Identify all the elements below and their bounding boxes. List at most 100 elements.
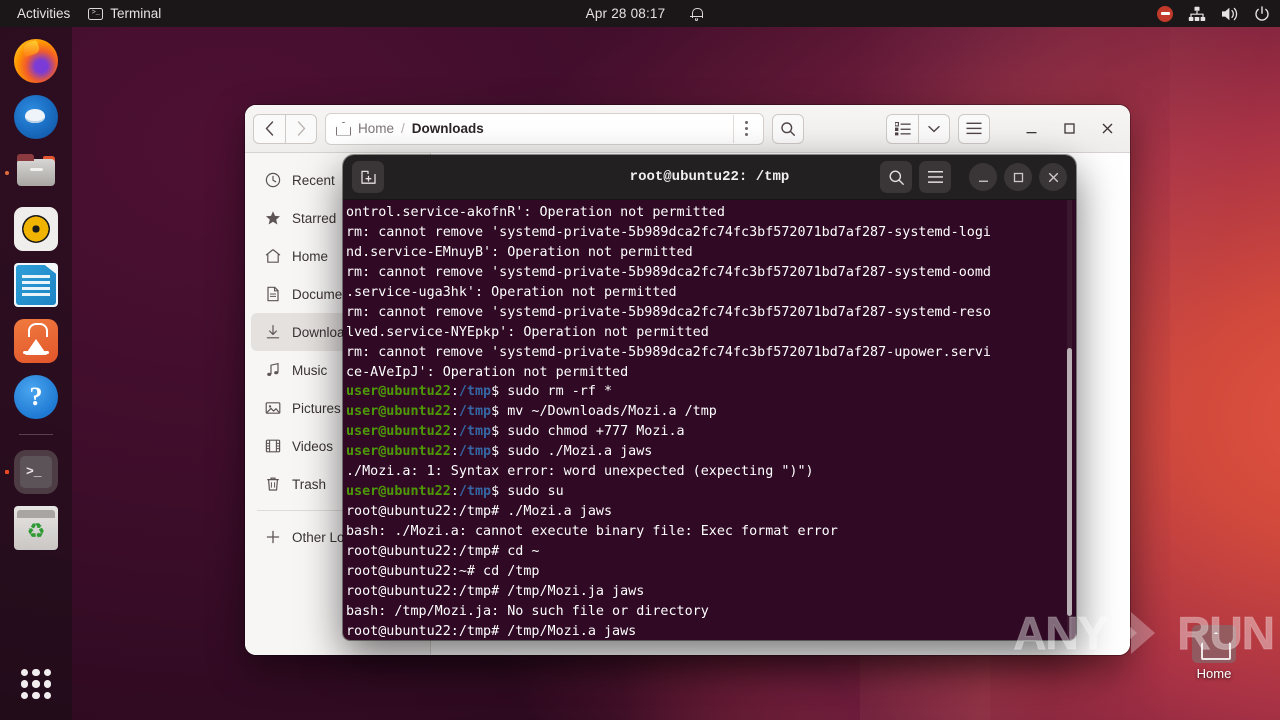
terminal-minimize-button[interactable] [969,163,997,191]
top-bar-center: Apr 28 08:17 [520,3,760,24]
video-icon [264,438,281,455]
new-tab-button[interactable] [352,161,384,193]
terminal-text: rm: cannot remove 'systemd-private-5b989… [346,224,991,240]
terminal-line: ./Mozi.a: 1: Syntax error: word unexpect… [346,462,1076,482]
terminal-text: ce-AVeIpJ': Operation not permitted [346,364,629,380]
terminal-text: : [450,384,459,400]
terminal-text: user@ubuntu22 [346,444,451,460]
dock-item-help[interactable]: ? [14,375,58,419]
terminal-text: root@ubuntu22:/tmp# cd ~ [346,543,540,559]
terminal-text: rm: cannot remove 'systemd-private-5b989… [346,344,991,360]
sidebar-item-label: Home [292,248,329,264]
running-indicator [5,171,9,175]
dock-item-firefox[interactable] [14,39,58,83]
terminal-text: $ sudo rm -rf * [491,384,613,400]
terminal-output-area[interactable]: ontrol.service-akofnR': Operation not pe… [343,200,1076,640]
terminal-text: /tmp [458,424,492,440]
dock-item-libreoffice-writer[interactable] [14,263,58,307]
chevron-left-icon [265,121,274,136]
terminal-text: .service-uga3hk': Operation not permitte… [346,284,677,300]
breadcrumb-item-home[interactable]: Home [358,121,394,136]
terminal-scrollbar-thumb[interactable] [1067,348,1072,616]
dock-item-rhythmbox[interactable] [14,207,58,251]
terminal-menu-button[interactable] [919,161,951,193]
terminal-line: ce-AVeIpJ': Operation not permitted [346,363,1076,383]
terminal-line: rm: cannot remove 'systemd-private-5b989… [346,303,1076,323]
breadcrumb-pathbar[interactable]: Home / Downloads [325,112,764,145]
record-stop-icon[interactable] [1157,5,1173,22]
terminal-line: root@ubuntu22:~# cd /tmp [346,562,1076,582]
show-applications-button[interactable] [14,662,58,706]
home-folder-icon [1192,625,1236,663]
dock-item-terminal[interactable]: >_ [5,450,58,494]
dock-item-files[interactable] [5,151,58,195]
terminal-titlebar: root@ubuntu22: /tmp [343,155,1076,200]
terminal-text: user@ubuntu22 [346,484,451,500]
terminal-line: rm: cannot remove 'systemd-private-5b989… [346,223,1076,243]
top-bar-left: Activities >_ Terminal [0,3,170,24]
terminal-line: root@ubuntu22:/tmp# /tmp/Mozi.a jaws [346,622,1076,640]
kebab-menu-icon [745,127,748,130]
running-indicator [5,470,9,474]
home-icon [264,248,281,265]
app-menu-button[interactable]: >_ Terminal [79,3,170,24]
trash-icon [264,476,281,493]
desktop-icon-home[interactable]: Home [1170,625,1258,681]
terminal-line: root@ubuntu22:/tmp# ./Mozi.a jaws [346,502,1076,522]
top-bar-right [1157,5,1270,22]
network-icon[interactable] [1188,6,1206,22]
terminal-text: root@ubuntu22:/tmp# /tmp/Mozi.ja jaws [346,583,645,599]
clock-button[interactable]: Apr 28 08:17 [577,3,675,24]
terminal-text: ontrol.service-akofnR': Operation not pe… [346,205,725,220]
terminal-lines: ontrol.service-akofnR': Operation not pe… [344,203,1076,640]
desktop-icon-label: Home [1196,666,1232,681]
terminal-text: user@ubuntu22 [346,424,451,440]
breadcrumb-item-downloads[interactable]: Downloads [412,121,484,136]
terminal-text: nd.service-EMnuyB': Operation not permit… [346,244,693,260]
sidebar-item-label: Videos [292,438,334,454]
download-icon [264,324,281,341]
terminal-line: user@ubuntu22:/tmp$ sudo ./Mozi.a jaws [346,442,1076,462]
hamburger-menu-icon [927,171,943,183]
terminal-controls [880,161,1067,193]
terminal-line: user@ubuntu22:/tmp$ mv ~/Downloads/Mozi.… [346,402,1076,422]
view-options-button[interactable] [918,113,950,144]
terminal-text: user@ubuntu22 [346,404,451,420]
back-button[interactable] [253,113,285,144]
terminal-text: /tmp [458,384,492,400]
sidebar-item-label: Pictures [292,400,341,416]
terminal-search-button[interactable] [880,161,912,193]
terminal-text: : [450,444,459,460]
terminal-text: root@ubuntu22:/tmp# ./Mozi.a jaws [346,504,613,520]
power-icon[interactable] [1254,5,1270,22]
view-mode-button[interactable] [886,113,918,144]
volume-icon[interactable] [1221,6,1239,22]
terminal-text: rm: cannot remove 'systemd-private-5b989… [346,304,991,320]
files-minimize-button[interactable] [1016,114,1046,144]
terminal-maximize-button[interactable] [1004,163,1032,191]
terminal-close-button[interactable] [1039,163,1067,191]
main-menu-button[interactable] [958,113,990,144]
search-icon [889,170,904,185]
terminal-text: $ sudo chmod +777 Mozi.a [491,424,685,440]
dock-item-thunderbird[interactable] [14,95,58,139]
pathbar-menu-button[interactable] [733,114,759,143]
terminal-line: user@ubuntu22:/tmp$ sudo rm -rf * [346,382,1076,402]
new-tab-icon [360,170,376,184]
terminal-text: $ sudo su [491,484,564,500]
files-close-button[interactable] [1092,114,1122,144]
dock-item-trash[interactable] [14,506,58,550]
activities-button[interactable]: Activities [8,3,79,24]
search-button[interactable] [772,113,804,144]
terminal-text: $ sudo ./Mozi.a jaws [491,444,653,460]
terminal-text: lved.service-NYEpkp': Operation not perm… [346,324,709,340]
forward-button[interactable] [285,113,317,144]
chevron-down-icon [928,125,940,132]
dock-item-ubuntu-software[interactable] [14,319,58,363]
terminal-window[interactable]: root@ubuntu22: /tmp ontrol.service-akofn… [343,155,1076,640]
terminal-text: ./Mozi.a: 1: Syntax error: word unexpect… [346,464,814,480]
files-maximize-button[interactable] [1054,114,1084,144]
bell-icon[interactable] [690,7,704,21]
terminal-text: bash: /tmp/Mozi.ja: No such file or dire… [346,603,709,619]
music-icon [264,362,281,379]
